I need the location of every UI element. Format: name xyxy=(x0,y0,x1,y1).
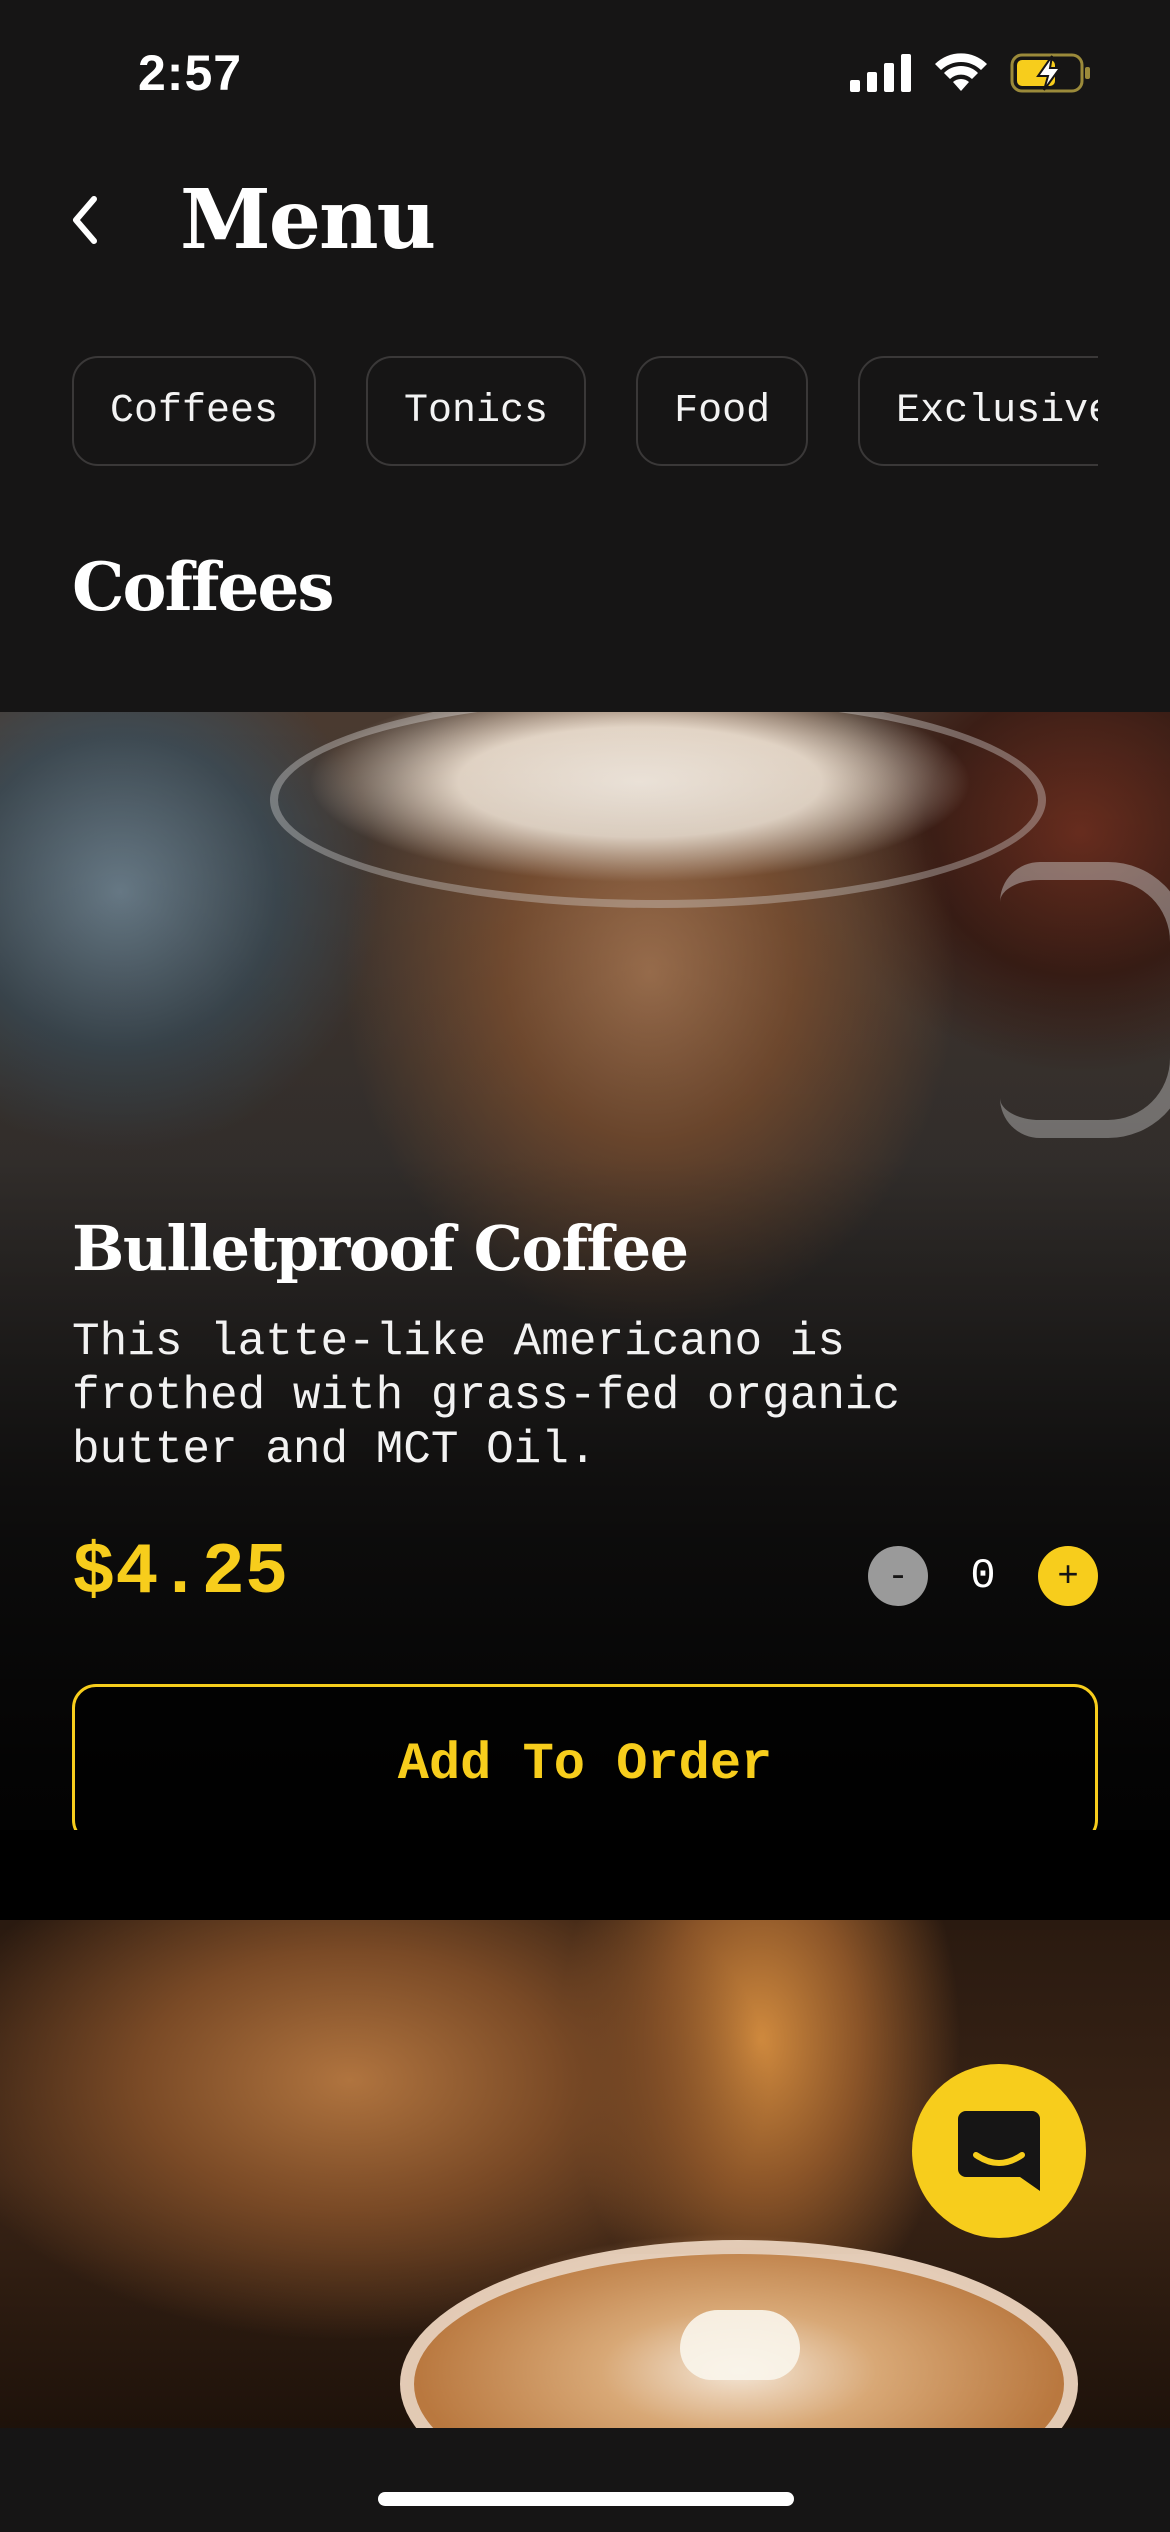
home-indicator[interactable] xyxy=(378,2492,794,2506)
increment-button[interactable]: + xyxy=(1038,1546,1098,1606)
price-row: $4.25 - 0 + xyxy=(72,1530,1098,1620)
product-description: This latte-like Americano is frothed wit… xyxy=(72,1316,901,1476)
product-image-mug-rim xyxy=(270,712,1046,908)
chat-icon xyxy=(958,2111,1040,2191)
section-title: Coffees xyxy=(72,548,334,626)
wifi-icon xyxy=(935,53,987,91)
nav-header: Menu xyxy=(0,160,1170,280)
latte-art-shape xyxy=(680,2310,800,2380)
product-card: Bulletproof Coffee This latte-like Ameri… xyxy=(0,712,1170,1830)
back-button[interactable] xyxy=(60,190,110,250)
quantity-value: 0 xyxy=(970,1552,996,1600)
chat-button[interactable] xyxy=(912,2064,1086,2238)
bottom-safe-area xyxy=(0,2428,1170,2532)
quantity-stepper: - 0 + xyxy=(868,1546,1098,1606)
chevron-left-icon xyxy=(73,196,97,244)
product-price: $4.25 xyxy=(72,1532,289,1614)
tab-tonics[interactable]: Tonics xyxy=(366,356,587,466)
tab-coffees[interactable]: Coffees xyxy=(72,356,317,466)
product-name: Bulletproof Coffee xyxy=(72,1212,689,1285)
category-tabs: Coffees Tonics Food Exclusives xyxy=(72,356,1098,471)
decrement-button[interactable]: - xyxy=(868,1546,928,1606)
status-bar: 2:57 xyxy=(0,0,1170,150)
cellular-signal-icon xyxy=(850,54,911,92)
add-to-order-button[interactable]: Add To Order xyxy=(72,1684,1098,1830)
battery-charging-icon xyxy=(1010,53,1090,93)
page-title: Menu xyxy=(180,172,436,268)
status-time: 2:57 xyxy=(138,45,243,101)
tab-exclusives[interactable]: Exclusives xyxy=(858,356,1098,466)
tab-food[interactable]: Food xyxy=(636,356,809,466)
card-divider xyxy=(0,1830,1170,1920)
product-info: Bulletproof Coffee This latte-like Ameri… xyxy=(72,1212,1098,1477)
status-icons xyxy=(850,52,1092,94)
product-image-mug-handle xyxy=(1000,862,1170,1138)
